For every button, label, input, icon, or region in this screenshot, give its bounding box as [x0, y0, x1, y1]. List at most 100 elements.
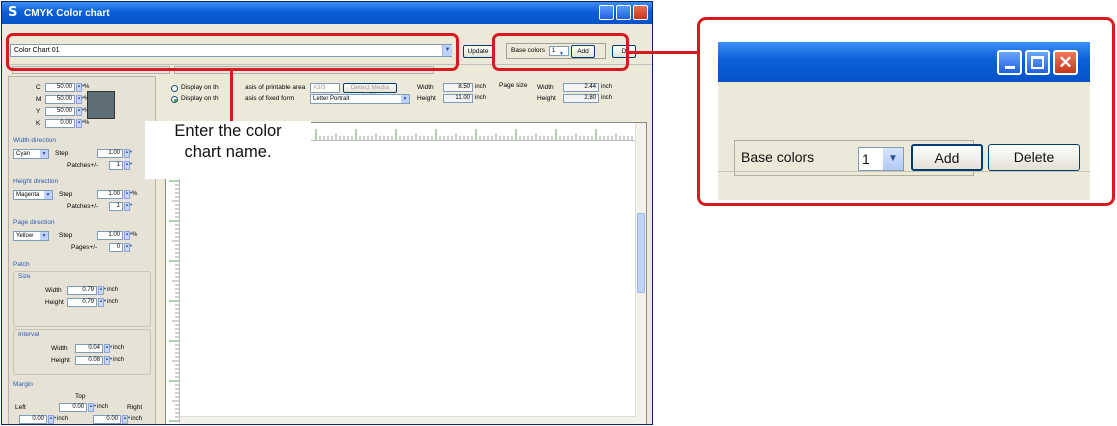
close-button[interactable]	[633, 5, 648, 20]
callout-line-2: chart name.	[184, 143, 272, 161]
base-colors-label: Base colors	[741, 149, 815, 165]
unit-label: inch	[107, 287, 119, 293]
window-title: CMYK Color chart	[24, 7, 110, 19]
patch-heading: Patch	[13, 261, 30, 268]
unit-label: inch	[601, 95, 613, 101]
margin-left-input[interactable]: 0.00	[19, 415, 47, 424]
height-label: Height	[45, 299, 64, 306]
spin-icon[interactable]: ▲▼	[122, 415, 131, 424]
height-value: 11.00	[443, 94, 473, 103]
margin-right-input[interactable]: 0.00	[93, 415, 121, 424]
cmyk-m-input[interactable]: 50.00	[45, 95, 75, 104]
spin-icon[interactable]: ▲▼	[124, 243, 133, 252]
width-patches-input[interactable]: 1	[109, 161, 123, 170]
margin-top-input[interactable]: 0.00	[59, 403, 87, 412]
pages-input[interactable]: 0	[109, 243, 123, 252]
page-direction-color-select[interactable]: Yellow ▼	[13, 231, 49, 241]
spin-icon[interactable]: ▲▼	[48, 415, 57, 424]
height-patches-input[interactable]: 1	[109, 202, 123, 211]
width-step-input[interactable]: 1.00	[97, 149, 123, 158]
spin-icon[interactable]: ▲▼	[104, 344, 113, 353]
step-label: Step	[55, 150, 69, 157]
paper-select[interactable]: A3/3	[310, 83, 340, 93]
left-label: Left	[15, 404, 26, 411]
spin-icon[interactable]: ▲▼	[104, 356, 113, 365]
page-size-height: 2.80	[563, 94, 599, 103]
spin-icon[interactable]: ▲▼	[76, 95, 85, 104]
patch-height-input[interactable]: 0.79	[67, 298, 97, 307]
width-label: Width	[45, 287, 62, 294]
maximize-button[interactable]	[616, 5, 631, 20]
step-label: Step	[59, 232, 73, 239]
height-direction-color-select[interactable]: Magenta ▼	[13, 190, 53, 200]
spin-icon[interactable]: ▲▼	[98, 286, 107, 295]
cmyk-y-label: Y	[36, 108, 41, 115]
unit-label: inch	[475, 95, 487, 101]
unit-label: inch	[113, 345, 125, 351]
callout-pointer	[230, 71, 233, 123]
fixed-form-label: Display on th	[181, 95, 219, 102]
spin-icon[interactable]: ▲▼	[98, 298, 107, 307]
base-colors-highlight	[492, 33, 629, 71]
close-button[interactable]: ✕	[1053, 50, 1078, 75]
zoomed-window: ✕ Base colors 1 ▼ Add Delete	[718, 42, 1090, 200]
spin-icon[interactable]: ▲▼	[124, 161, 133, 170]
width-direction-color-select[interactable]: Cyan ▼	[13, 149, 49, 159]
pages-label: Pages+/-	[71, 244, 98, 251]
unit-label: %	[84, 120, 90, 126]
spin-icon[interactable]: ▲▼	[76, 119, 85, 128]
cmyk-k-input[interactable]: 0.00	[45, 119, 75, 128]
fixed-form-radio[interactable]	[171, 96, 178, 103]
zoom-connector	[629, 51, 699, 54]
unit-label: %	[84, 84, 90, 90]
spin-icon[interactable]: ▲▼	[88, 403, 97, 412]
spin-icon[interactable]: ▲▼	[124, 149, 133, 158]
unit-label: inch	[601, 84, 613, 90]
close-icon: ✕	[1058, 53, 1073, 72]
cmyk-c-label: C	[36, 84, 41, 91]
margin-heading: Margin	[13, 381, 33, 388]
callout-label: Enter the color chart name.	[145, 121, 311, 179]
chart-name-highlight	[6, 33, 459, 71]
spin-icon[interactable]: ▲▼	[124, 231, 133, 240]
height-step-input[interactable]: 1.00	[97, 190, 123, 199]
spin-icon[interactable]: ▲▼	[76, 83, 85, 92]
zoomed-title-bar: ✕	[718, 42, 1090, 82]
maximize-button[interactable]	[1025, 50, 1050, 75]
page-size-width: 2.44	[563, 83, 599, 92]
height-direction-heading: Height direction	[13, 178, 59, 185]
page-step-input[interactable]: 1.00	[97, 231, 123, 240]
chevron-down-icon[interactable]: ▼	[883, 148, 903, 170]
minimize-button[interactable]	[599, 5, 614, 20]
horizontal-scrollbar[interactable]	[180, 416, 636, 424]
zoomed-toolbar: Base colors 1 ▼ Add Delete	[718, 112, 1090, 176]
base-colors-value: 1	[862, 151, 870, 167]
detect-media-size-button[interactable]: Detect Media Size	[343, 83, 397, 99]
spin-icon[interactable]: ▲▼	[76, 107, 85, 116]
add-button[interactable]: Add	[911, 144, 983, 171]
patches-label: Patches+/-	[67, 162, 99, 169]
delete-button[interactable]: Delete	[988, 144, 1080, 171]
update-button[interactable]: Update	[463, 45, 493, 58]
unit-label: inch	[57, 416, 69, 422]
cmyk-c-input[interactable]: 50.00	[45, 83, 75, 92]
minimize-button[interactable]	[997, 50, 1022, 75]
interval-width-input[interactable]: 0.04	[75, 344, 103, 353]
chevron-down-icon: ▼	[44, 191, 52, 199]
patch-width-input[interactable]: 0.79	[67, 286, 97, 295]
interval-heading: Interval	[18, 331, 40, 338]
unit-label: %	[132, 191, 138, 197]
form-select[interactable]: Letter Portrait ▼	[310, 94, 410, 104]
height-label: Height	[537, 95, 556, 102]
scroll-thumb[interactable]	[637, 213, 645, 293]
title-bar: S CMYK Color chart	[2, 2, 652, 24]
printable-area-radio[interactable]	[171, 85, 178, 92]
vertical-scrollbar[interactable]	[635, 123, 646, 424]
spin-icon[interactable]: ▲▼	[124, 202, 133, 211]
app-icon: S	[8, 5, 18, 20]
cmyk-y-input[interactable]: 50.00	[45, 107, 75, 116]
patches-label: Patches+/-	[67, 203, 99, 210]
spin-icon[interactable]: ▲▼	[124, 190, 133, 199]
interval-height-input[interactable]: 0.08	[75, 356, 103, 365]
base-colors-select[interactable]: 1 ▼	[858, 147, 904, 171]
